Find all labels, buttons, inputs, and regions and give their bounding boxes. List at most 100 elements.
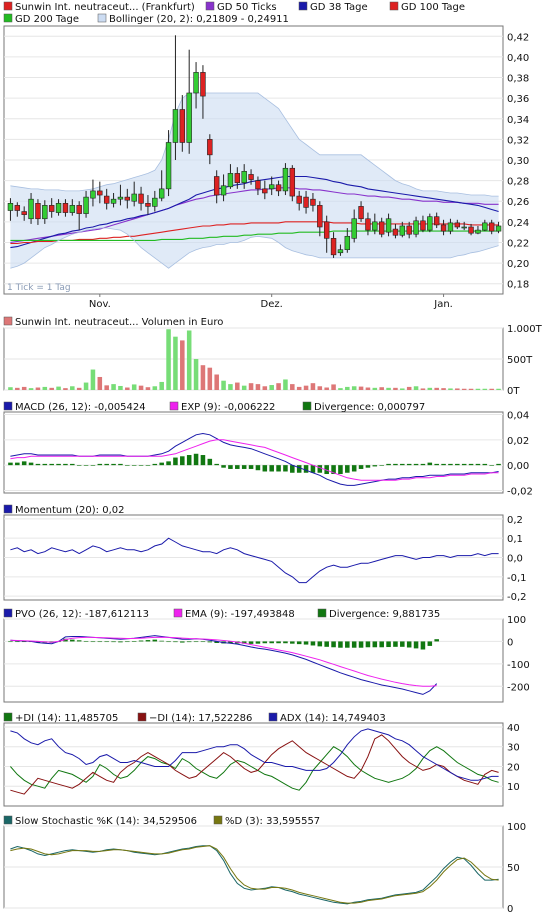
legend-swatch-pvo-divergence xyxy=(317,608,327,618)
volume-bar xyxy=(111,384,116,390)
volume-y-tick-label: 500T xyxy=(507,355,533,366)
pvo-divergence-bar xyxy=(131,641,137,642)
dmi-panel: 10 20 30 40 xyxy=(3,722,520,807)
volume-bar xyxy=(496,388,501,390)
stochastic-legend: Slow Stochastic %K (14): 34,529506 %D (3… xyxy=(3,815,320,827)
volume-bar xyxy=(379,387,384,390)
candle-down xyxy=(330,238,337,256)
pvo-divergence-bar xyxy=(248,641,254,644)
legend-swatch-exp xyxy=(169,401,179,411)
momentum-y-tick-label: -0,1 xyxy=(507,573,527,584)
legend-swatch-bollinger xyxy=(97,13,107,23)
volume-bar xyxy=(35,387,41,390)
volume-bar xyxy=(76,387,82,390)
candle-down xyxy=(433,216,440,226)
macd-divergence-bar xyxy=(489,465,494,466)
candle-up xyxy=(42,205,48,220)
macd-divergence-bar xyxy=(241,465,247,469)
macd-divergence-bar xyxy=(221,465,226,468)
macd-divergence-bar xyxy=(173,457,178,466)
volume-bar xyxy=(365,387,371,390)
volume-bar xyxy=(70,386,75,390)
chart-page: 0,18 0,20 0,22 0,24 0,26 0,28 0,30 0,32 0,34 0,36… xyxy=(0,0,545,918)
macd-divergence-bar xyxy=(228,465,233,469)
volume-bar xyxy=(461,388,467,390)
legend-swatch-gd50 xyxy=(205,1,215,11)
candle-up xyxy=(475,229,481,234)
macd-divergence-bar xyxy=(283,465,288,472)
candle-down xyxy=(213,176,220,196)
macd-divergence-bar xyxy=(63,463,68,466)
volume-bar xyxy=(427,387,433,390)
price-y-tick-label: 0,42 xyxy=(507,32,529,43)
volume-bar xyxy=(193,359,199,390)
volume-bar xyxy=(28,388,34,390)
pvo-divergence-bar xyxy=(118,641,123,643)
legend-adx: ADX (14): 14,749403 xyxy=(280,713,386,724)
volume-bar xyxy=(200,365,206,390)
candle-up xyxy=(69,205,76,213)
macd-divergence-bar xyxy=(379,465,384,466)
pvo-y-tick-label: 100 xyxy=(507,615,526,626)
price-y-tick-label: 0,30 xyxy=(507,156,529,167)
macd-divergence-bar xyxy=(413,463,419,466)
legend-gd50: GD 50 Ticks xyxy=(217,2,277,13)
pvo-divergence-bar xyxy=(166,641,171,643)
macd-divergence-bar xyxy=(482,463,488,466)
candle-down xyxy=(420,220,426,231)
macd-divergence-bar xyxy=(180,456,185,466)
volume-bar xyxy=(235,382,240,390)
candle-up xyxy=(282,167,289,192)
volume-bar xyxy=(296,386,302,390)
dmi-y-tick-label: 30 xyxy=(507,743,520,754)
candle-down xyxy=(179,109,186,143)
macd-divergence-bar xyxy=(28,462,34,466)
volume-bar xyxy=(21,386,27,390)
momentum-y-tick-label: 0,2 xyxy=(507,515,523,526)
legend-bollinger: Bollinger (20, 2): 0,21809 - 0,24911 xyxy=(109,14,289,25)
price-y-tick-label: 0,18 xyxy=(507,280,529,291)
legend-swatch-gd38 xyxy=(298,1,308,11)
candle-down xyxy=(21,211,27,215)
candle-down xyxy=(275,184,282,192)
candle-up xyxy=(385,218,392,233)
candle-down xyxy=(303,196,309,208)
candle-up xyxy=(165,142,172,190)
volume-bar xyxy=(159,381,164,390)
candle-up xyxy=(337,249,344,254)
macd-divergence-bar xyxy=(131,465,137,466)
legend-pvo: PVO (26, 12): -187,612113 xyxy=(15,609,149,620)
pvo-divergence-bar xyxy=(90,641,96,643)
macd-y-tick-label: 0,02 xyxy=(507,436,529,447)
candle-down xyxy=(468,226,474,234)
candle-down xyxy=(255,180,261,190)
candle-up xyxy=(186,92,192,143)
price-legend: Sunwin Int. neutraceut... (Frankfurt) GD… xyxy=(3,1,465,25)
pvo-divergence-bar xyxy=(324,641,329,647)
price-y-tick-label: 0,20 xyxy=(507,259,529,270)
legend-macd-divergence: Divergence: 0,000797 xyxy=(314,402,425,413)
candle-down xyxy=(262,188,268,194)
macd-divergence-bar xyxy=(400,463,405,466)
pvo-divergence-bar xyxy=(420,641,426,650)
momentum-y-tick-label: 0,1 xyxy=(507,534,523,545)
volume-bar xyxy=(338,388,343,390)
pvo-y-tick-label: 0 xyxy=(507,637,513,648)
pvo-divergence-bar xyxy=(406,641,412,648)
price-y-tick-label: 0,34 xyxy=(507,115,529,126)
macd-divergence-bar xyxy=(138,465,144,466)
legend-pvo-divergence: Divergence: 9,881735 xyxy=(329,609,440,620)
legend-plus-di: +DI (14): 11,485705 xyxy=(15,713,118,724)
macd-divergence-bar xyxy=(365,465,371,468)
candle-down xyxy=(14,205,21,211)
candle-down xyxy=(103,195,110,204)
pvo-divergence-bar xyxy=(159,640,164,642)
legend-swatch-macd xyxy=(3,401,13,411)
price-y-tick-label: 0,24 xyxy=(507,218,529,229)
candle-up xyxy=(495,225,502,232)
macd-divergence-bar xyxy=(159,462,164,466)
candle-down xyxy=(48,205,55,212)
stochastic-y-tick-label: 50 xyxy=(507,863,520,874)
stochastic-y-tick-label: 100 xyxy=(507,822,526,833)
pvo-divergence-bar xyxy=(200,641,206,643)
